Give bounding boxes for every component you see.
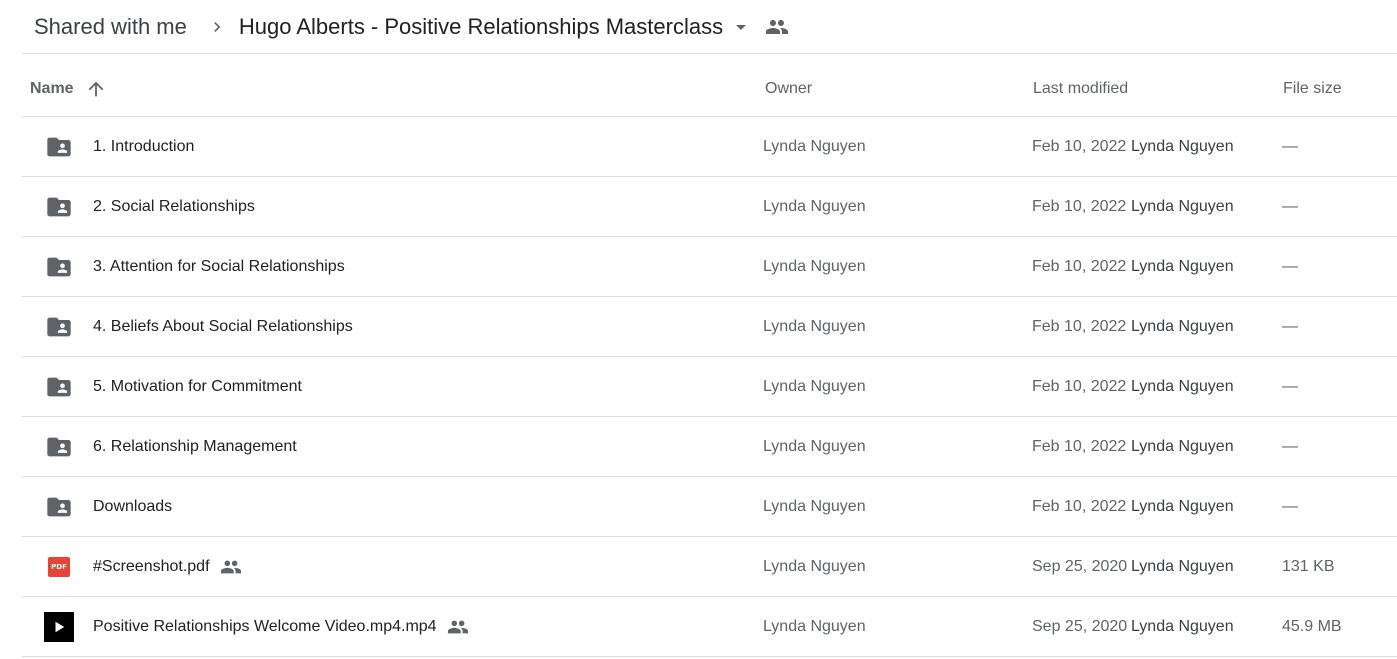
- file-size: —: [1282, 497, 1298, 515]
- column-header-name[interactable]: Name: [30, 62, 74, 116]
- file-modified-date: Sep 25, 2020: [1032, 617, 1128, 635]
- shared-folder-icon: [44, 477, 74, 536]
- file-size: —: [1282, 197, 1298, 215]
- file-modified-by: Lynda Nguyen: [1131, 437, 1234, 455]
- file-size: —: [1282, 137, 1298, 155]
- file-modified-date: Feb 10, 2022: [1032, 437, 1127, 455]
- arrow-up-icon[interactable]: [82, 62, 110, 116]
- file-modified-by: Lynda Nguyen: [1131, 497, 1234, 515]
- file-modified-date: Feb 10, 2022: [1032, 197, 1127, 215]
- file-modified-date: Feb 10, 2022: [1032, 317, 1127, 335]
- file-name: #Screenshot.pdf: [93, 557, 210, 575]
- file-modified-date: Feb 10, 2022: [1032, 137, 1127, 155]
- file-row[interactable]: Positive Relationships Welcome Video.mp4…: [22, 597, 1397, 657]
- file-size: 45.9 MB: [1282, 617, 1342, 635]
- file-name-cell: Positive Relationships Welcome Video.mp4…: [93, 597, 469, 656]
- column-header-last-modified[interactable]: Last modified: [1033, 62, 1128, 116]
- file-modified-by: Lynda Nguyen: [1131, 377, 1234, 395]
- file-size: 131 KB: [1282, 557, 1335, 575]
- file-modified-date: Sep 25, 2020: [1032, 557, 1128, 575]
- file-row[interactable]: 1. Introduction Lynda Nguyen Feb 10, 202…: [22, 117, 1397, 177]
- shared-folder-icon: [44, 357, 74, 416]
- chevron-right-icon: [203, 13, 231, 41]
- file-size: —: [1282, 377, 1298, 395]
- column-header-file-size[interactable]: File size: [1283, 62, 1342, 116]
- shared-folder-icon: [44, 297, 74, 356]
- file-modified-by: Lynda Nguyen: [1131, 617, 1234, 635]
- file-modified-date: Feb 10, 2022: [1032, 377, 1127, 395]
- file-row[interactable]: 6. Relationship Management Lynda Nguyen …: [22, 417, 1397, 477]
- file-row[interactable]: 2. Social Relationships Lynda Nguyen Feb…: [22, 177, 1397, 237]
- file-modified-by: Lynda Nguyen: [1131, 257, 1234, 275]
- file-name: Positive Relationships Welcome Video.mp4…: [93, 617, 437, 635]
- file-owner: Lynda Nguyen: [763, 557, 866, 575]
- file-name: 3. Attention for Social Relationships: [93, 257, 345, 275]
- file-owner: Lynda Nguyen: [763, 437, 866, 455]
- file-owner: Lynda Nguyen: [763, 497, 866, 515]
- caret-down-icon[interactable]: [727, 13, 755, 41]
- file-owner: Lynda Nguyen: [763, 257, 866, 275]
- file-name: Downloads: [93, 497, 173, 515]
- shared-folder-icon: [44, 177, 74, 236]
- shared-folder-icon: [44, 237, 74, 296]
- file-owner: Lynda Nguyen: [763, 617, 866, 635]
- file-name-cell: #Screenshot.pdf: [93, 537, 242, 596]
- video-icon: [44, 597, 74, 656]
- file-row[interactable]: PDF #Screenshot.pdf Lynda Nguyen Sep 25,…: [22, 537, 1397, 597]
- file-name: 2. Social Relationships: [93, 197, 255, 215]
- file-list: 1. Introduction Lynda Nguyen Feb 10, 202…: [22, 117, 1397, 657]
- file-modified-by: Lynda Nguyen: [1131, 557, 1234, 575]
- file-owner: Lynda Nguyen: [763, 317, 866, 335]
- people-icon: [447, 616, 469, 638]
- file-modified-by: Lynda Nguyen: [1131, 197, 1234, 215]
- file-row[interactable]: Downloads Lynda Nguyen Feb 10, 2022 Lynd…: [22, 477, 1397, 537]
- file-size: —: [1282, 437, 1298, 455]
- breadcrumb-shared-with-me[interactable]: Shared with me: [22, 10, 199, 44]
- shared-folder-icon: [44, 417, 74, 476]
- pdf-icon: PDF: [44, 537, 74, 596]
- file-owner: Lynda Nguyen: [763, 377, 866, 395]
- breadcrumb: Shared with me Hugo Alberts - Positive R…: [22, 0, 1397, 54]
- file-name: 5. Motivation for Commitment: [93, 377, 302, 395]
- file-owner: Lynda Nguyen: [763, 197, 866, 215]
- column-header-owner: Owner: [765, 80, 813, 97]
- drive-page: Shared with me Hugo Alberts - Positive R…: [0, 0, 1397, 659]
- shared-folder-icon: [44, 117, 74, 176]
- breadcrumb-current-folder[interactable]: Hugo Alberts - Positive Relationships Ma…: [235, 10, 723, 44]
- file-modified-by: Lynda Nguyen: [1131, 317, 1234, 335]
- file-name: 4. Beliefs About Social Relationships: [93, 317, 353, 335]
- people-icon[interactable]: [763, 13, 791, 41]
- file-modified-date: Feb 10, 2022: [1032, 497, 1127, 515]
- file-row[interactable]: 5. Motivation for Commitment Lynda Nguye…: [22, 357, 1397, 417]
- file-list-header: Name Owner Last modified File size: [22, 62, 1397, 117]
- file-size: —: [1282, 317, 1298, 335]
- file-name: 1. Introduction: [93, 137, 195, 155]
- file-modified-date: Feb 10, 2022: [1032, 257, 1127, 275]
- file-name: 6. Relationship Management: [93, 437, 297, 455]
- file-row[interactable]: 3. Attention for Social Relationships Ly…: [22, 237, 1397, 297]
- file-row[interactable]: 4. Beliefs About Social Relationships Ly…: [22, 297, 1397, 357]
- file-modified-by: Lynda Nguyen: [1131, 137, 1234, 155]
- file-owner: Lynda Nguyen: [763, 137, 866, 155]
- file-size: —: [1282, 257, 1298, 275]
- people-icon: [220, 556, 242, 578]
